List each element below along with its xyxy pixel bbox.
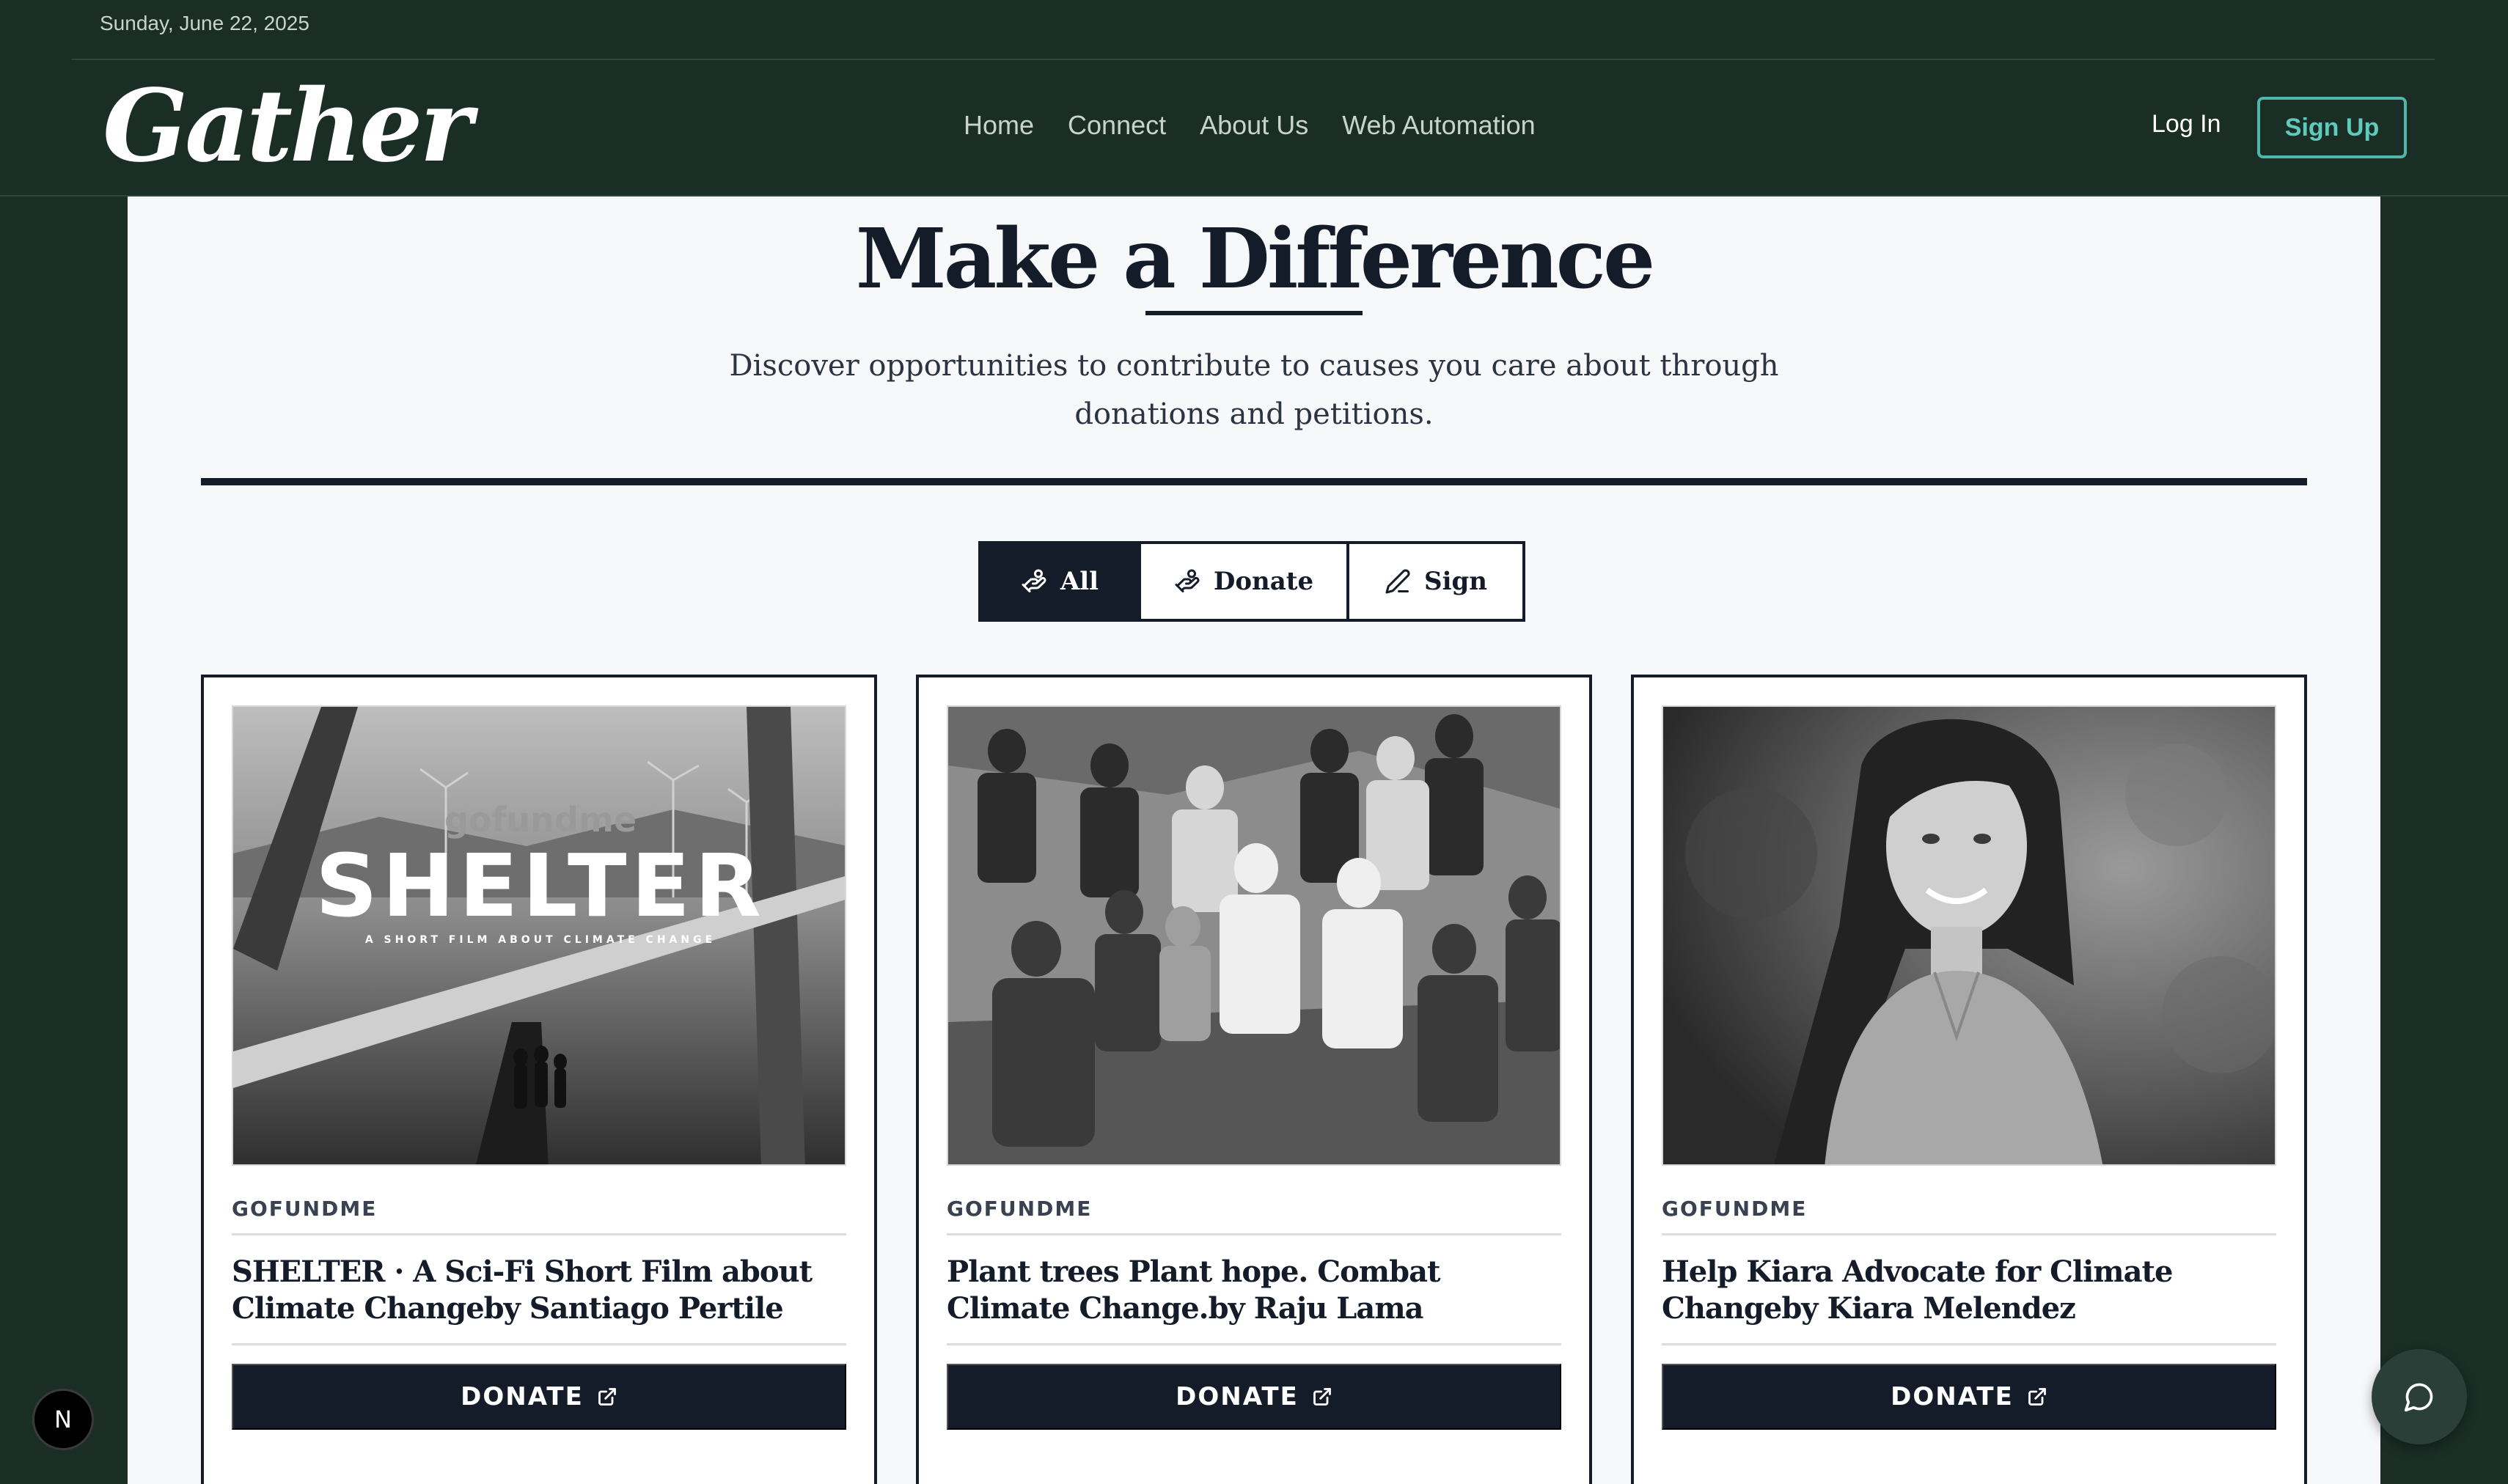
signup-button[interactable]: Sign Up — [2257, 97, 2407, 158]
nav-web-automation[interactable]: Web Automation — [1342, 110, 1536, 141]
nav-connect[interactable]: Connect — [1068, 110, 1166, 141]
main-nav: Home Connect About Us Web Automation — [964, 110, 1536, 141]
external-link-icon — [2028, 1388, 2046, 1406]
card-divider — [947, 1343, 1561, 1345]
pen-icon — [1385, 569, 1410, 594]
login-link[interactable]: Log In — [2152, 110, 2221, 139]
external-link-icon — [598, 1388, 616, 1406]
campaign-source: GOFUNDME — [947, 1197, 1093, 1221]
tab-all-label: All — [1060, 567, 1099, 596]
external-link-icon — [1313, 1388, 1331, 1406]
card-divider — [947, 1233, 1561, 1235]
donate-button-label: DONATE — [1891, 1382, 2014, 1411]
donate-button[interactable]: DONATE — [232, 1364, 846, 1430]
main-panel: Make a Difference Discover opportunities… — [128, 196, 2380, 1484]
campaign-title[interactable]: Plant trees Plant hope. Combat Climate C… — [947, 1254, 1561, 1327]
image-film-title: SHELTER — [315, 835, 766, 936]
date-bar: Sunday, June 22, 2025 — [0, 0, 2508, 60]
current-date: Sunday, June 22, 2025 — [100, 12, 309, 34]
next-badge-letter: N — [54, 1406, 72, 1433]
site-header: Gather Home Connect About Us Web Automat… — [0, 60, 2508, 196]
card-divider — [1662, 1343, 2276, 1345]
tab-all[interactable]: All — [981, 544, 1138, 619]
donate-button[interactable]: DONATE — [1662, 1364, 2276, 1430]
donate-button-label: DONATE — [461, 1382, 584, 1411]
campaign-title[interactable]: SHELTER · A Sci-Fi Short Film about Clim… — [232, 1254, 846, 1327]
image-film-tagline: A SHORT FILM ABOUT CLIMATE CHANGE — [365, 934, 716, 946]
hand-coin-icon — [1175, 569, 1200, 592]
tab-donate-label: Donate — [1213, 567, 1314, 596]
image-brand-text: gofundme — [444, 800, 637, 840]
campaign-card: GOFUNDME Help Kiara Advocate for Climate… — [1631, 675, 2307, 1484]
site-logo[interactable]: Gather — [103, 76, 472, 176]
campaign-source: GOFUNDME — [232, 1197, 378, 1221]
campaign-title[interactable]: Help Kiara Advocate for Climate Changeby… — [1662, 1254, 2276, 1327]
title-underline — [1145, 311, 1363, 315]
donate-button-label: DONATE — [1176, 1382, 1299, 1411]
tab-sign-label: Sign — [1424, 567, 1487, 596]
tab-sign[interactable]: Sign — [1346, 544, 1522, 619]
campaign-card: GOFUNDME Plant trees Plant hope. Combat … — [916, 675, 1592, 1484]
hand-coin-icon — [1022, 569, 1046, 592]
nav-home[interactable]: Home — [964, 110, 1034, 141]
card-divider — [232, 1233, 846, 1235]
nav-about-us[interactable]: About Us — [1200, 110, 1308, 141]
chat-button[interactable] — [2372, 1349, 2467, 1444]
campaign-image[interactable] — [1662, 705, 2276, 1166]
card-divider — [232, 1343, 846, 1345]
campaign-image[interactable]: gofundme SHELTER A SHORT FILM ABOUT CLIM… — [232, 705, 846, 1166]
filter-tabs: All Donate Sign — [978, 541, 1525, 622]
page-subtitle: Discover opportunities to contribute to … — [729, 349, 1779, 431]
card-divider — [1662, 1233, 2276, 1235]
chat-bubble-icon — [2404, 1383, 2433, 1412]
nextjs-logo-icon: N — [54, 1406, 72, 1433]
campaign-image[interactable] — [947, 705, 1561, 1166]
tab-donate[interactable]: Donate — [1138, 544, 1346, 619]
donate-button[interactable]: DONATE — [947, 1364, 1561, 1430]
nextjs-dev-badge[interactable]: N — [32, 1389, 94, 1450]
campaign-source: GOFUNDME — [1662, 1197, 1808, 1221]
section-divider — [201, 478, 2307, 485]
campaign-card: gofundme SHELTER A SHORT FILM ABOUT CLIM… — [201, 675, 877, 1484]
page-title: Make a Difference — [855, 211, 1655, 307]
